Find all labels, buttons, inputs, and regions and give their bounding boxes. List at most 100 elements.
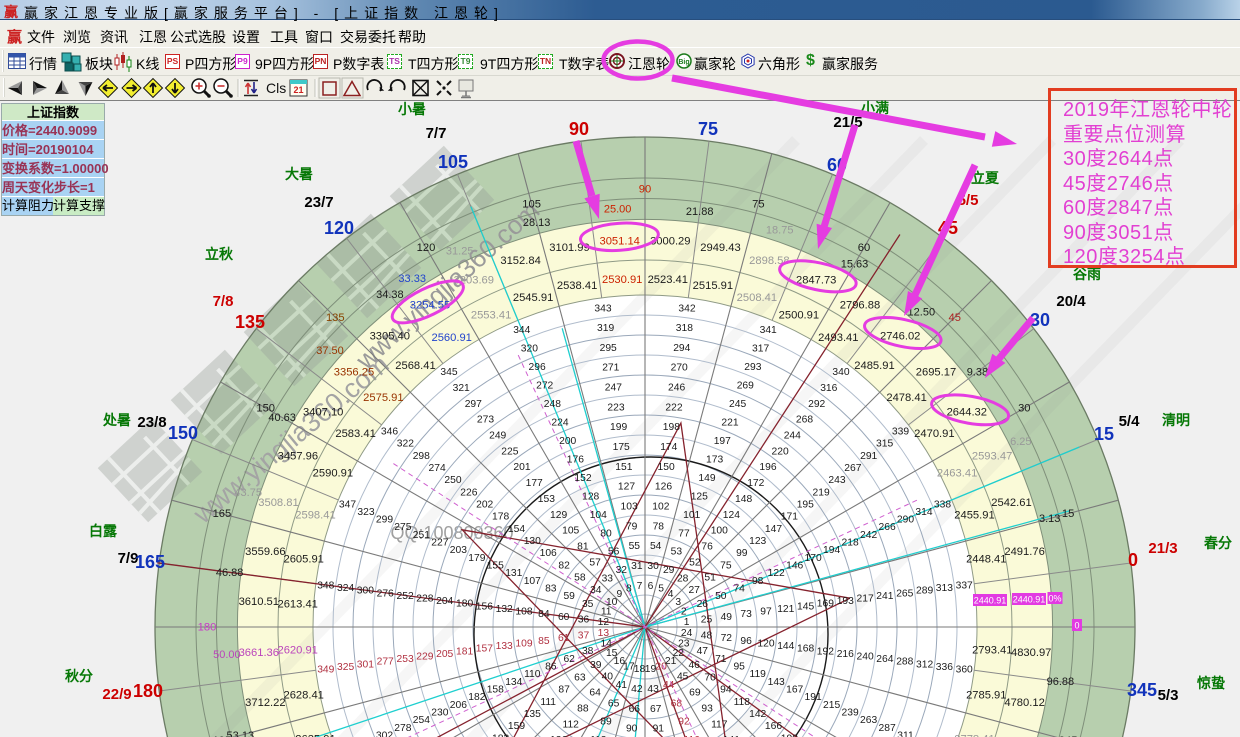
svg-text:316: 316 xyxy=(820,383,837,394)
svg-text:190: 190 xyxy=(781,733,798,737)
svg-text:147: 147 xyxy=(765,524,782,535)
svg-text:2644.32: 2644.32 xyxy=(947,407,987,419)
svg-text:292: 292 xyxy=(808,399,825,410)
svg-text:158: 158 xyxy=(487,685,504,696)
svg-text:195: 195 xyxy=(797,500,814,511)
svg-text:345: 345 xyxy=(440,367,457,378)
svg-text:127: 127 xyxy=(618,482,635,493)
svg-text:248: 248 xyxy=(544,399,561,410)
svg-text:65: 65 xyxy=(608,698,620,709)
svg-text:18: 18 xyxy=(634,664,646,675)
svg-text:15: 15 xyxy=(1062,508,1074,520)
svg-text:9.38: 9.38 xyxy=(967,366,988,378)
svg-text:40: 40 xyxy=(602,672,614,683)
svg-text:175: 175 xyxy=(613,442,630,453)
svg-text:44: 44 xyxy=(663,680,675,691)
svg-text:121: 121 xyxy=(777,604,794,615)
svg-text:274: 274 xyxy=(429,463,446,474)
svg-text:31: 31 xyxy=(631,561,643,572)
svg-text:176: 176 xyxy=(567,454,584,465)
svg-text:106: 106 xyxy=(540,548,557,559)
svg-text:1: 1 xyxy=(684,617,690,628)
svg-text:338: 338 xyxy=(934,499,951,510)
svg-text:2542.61: 2542.61 xyxy=(991,497,1031,509)
svg-text:2598.41: 2598.41 xyxy=(295,510,335,522)
svg-text:2568.41: 2568.41 xyxy=(395,360,435,372)
svg-text:2785.91: 2785.91 xyxy=(966,689,1006,701)
svg-text:360: 360 xyxy=(956,665,973,676)
svg-text:85: 85 xyxy=(538,636,550,647)
svg-text:11: 11 xyxy=(601,606,612,617)
svg-text:220: 220 xyxy=(772,446,789,457)
svg-text:289: 289 xyxy=(916,586,933,597)
svg-text:130: 130 xyxy=(524,536,541,547)
svg-text:128: 128 xyxy=(582,491,599,502)
svg-text:33.33: 33.33 xyxy=(398,273,426,285)
svg-text:270: 270 xyxy=(671,363,688,374)
svg-text:2470.91: 2470.91 xyxy=(914,428,954,440)
svg-text:273: 273 xyxy=(477,415,494,426)
svg-text:43: 43 xyxy=(647,684,659,695)
svg-text:61: 61 xyxy=(558,633,570,644)
svg-text:63: 63 xyxy=(574,672,586,683)
svg-text:3.13: 3.13 xyxy=(1039,513,1060,525)
svg-text:339: 339 xyxy=(892,427,909,438)
svg-text:2455.91: 2455.91 xyxy=(954,510,994,522)
svg-text:0: 0 xyxy=(1128,550,1138,570)
svg-text:57: 57 xyxy=(589,557,601,568)
svg-text:68: 68 xyxy=(671,698,683,709)
svg-text:5: 5 xyxy=(658,584,664,595)
svg-text:3356.25: 3356.25 xyxy=(334,366,374,378)
svg-text:81: 81 xyxy=(577,542,589,553)
svg-text:142: 142 xyxy=(749,709,766,720)
svg-text:131: 131 xyxy=(505,568,522,579)
svg-text:24: 24 xyxy=(681,628,693,639)
svg-text:3457.96: 3457.96 xyxy=(278,450,318,462)
svg-text:278: 278 xyxy=(394,723,411,734)
svg-text:7/8: 7/8 xyxy=(213,293,234,310)
svg-text:320: 320 xyxy=(521,344,538,355)
svg-text:秋分: 秋分 xyxy=(65,668,93,684)
svg-text:77: 77 xyxy=(678,528,690,539)
svg-text:67: 67 xyxy=(650,704,662,715)
svg-text:298: 298 xyxy=(413,451,430,462)
svg-text:205: 205 xyxy=(436,649,453,660)
svg-text:343: 343 xyxy=(594,303,611,314)
svg-text:12: 12 xyxy=(598,617,610,628)
svg-text:226: 226 xyxy=(460,487,477,498)
svg-text:3508.81: 3508.81 xyxy=(258,497,298,509)
svg-text:119: 119 xyxy=(749,669,766,680)
svg-text:2508.41: 2508.41 xyxy=(737,292,777,304)
svg-text:27: 27 xyxy=(688,585,700,596)
svg-text:182: 182 xyxy=(468,692,485,703)
svg-text:38: 38 xyxy=(582,646,594,657)
svg-text:94: 94 xyxy=(720,685,732,696)
svg-text:165: 165 xyxy=(135,552,165,572)
svg-text:215: 215 xyxy=(823,700,840,711)
svg-text:46: 46 xyxy=(688,660,700,671)
svg-text:157: 157 xyxy=(476,644,493,655)
svg-text:64: 64 xyxy=(589,688,601,699)
svg-text:97: 97 xyxy=(760,607,772,618)
svg-text:33: 33 xyxy=(602,573,614,584)
svg-text:34.38: 34.38 xyxy=(376,289,404,301)
svg-text:2575.91: 2575.91 xyxy=(363,392,403,404)
svg-text:178: 178 xyxy=(492,512,509,523)
svg-text:87: 87 xyxy=(558,685,570,696)
svg-text:79: 79 xyxy=(626,521,638,532)
svg-text:172: 172 xyxy=(747,478,764,489)
svg-text:313: 313 xyxy=(936,583,953,594)
svg-text:3: 3 xyxy=(675,597,681,608)
svg-text:3051.14: 3051.14 xyxy=(599,235,639,247)
svg-text:199: 199 xyxy=(610,422,627,433)
svg-text:22: 22 xyxy=(673,648,685,659)
svg-text:6.25: 6.25 xyxy=(1010,436,1031,448)
svg-text:74: 74 xyxy=(733,584,745,595)
svg-text:253: 253 xyxy=(397,654,414,665)
svg-text:21.88: 21.88 xyxy=(686,206,714,218)
svg-text:202: 202 xyxy=(476,500,493,511)
svg-text:219: 219 xyxy=(813,487,830,498)
svg-text:28.13: 28.13 xyxy=(523,217,551,229)
svg-text:348: 348 xyxy=(317,581,334,592)
svg-text:272: 272 xyxy=(536,380,553,391)
